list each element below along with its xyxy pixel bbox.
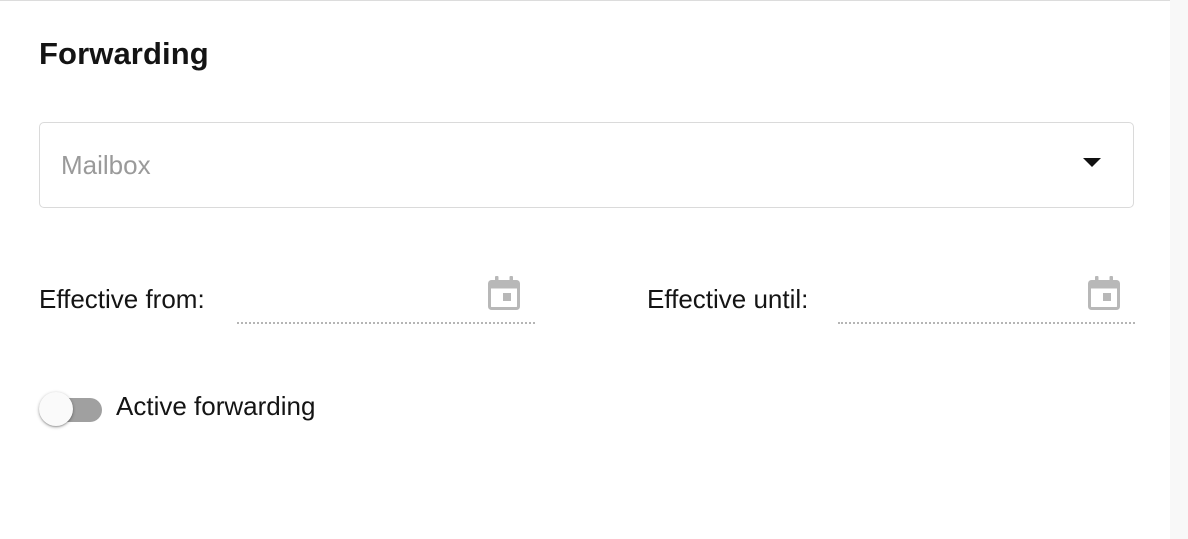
section-title: Forwarding xyxy=(39,36,209,71)
effective-from-field: Effective from: xyxy=(39,270,539,330)
forwarding-panel: Forwarding Mailbox Effective from: Effec… xyxy=(0,0,1188,539)
top-divider xyxy=(0,0,1170,1)
effective-until-field: Effective until: xyxy=(647,270,1138,330)
toggle-thumb xyxy=(39,392,73,426)
caret-down-icon[interactable] xyxy=(1083,158,1101,167)
active-forwarding-row: Active forwarding xyxy=(39,388,439,428)
effective-until-label: Effective until: xyxy=(647,284,809,314)
calendar-icon[interactable] xyxy=(1088,275,1120,311)
active-forwarding-label[interactable]: Active forwarding xyxy=(116,391,315,422)
effective-from-label: Effective from: xyxy=(39,284,205,314)
calendar-icon[interactable] xyxy=(488,275,520,311)
scrollbar-gutter[interactable] xyxy=(1170,0,1188,539)
mailbox-select[interactable]: Mailbox xyxy=(39,122,1134,208)
active-forwarding-toggle[interactable] xyxy=(39,392,103,426)
mailbox-select-placeholder: Mailbox xyxy=(61,150,151,180)
